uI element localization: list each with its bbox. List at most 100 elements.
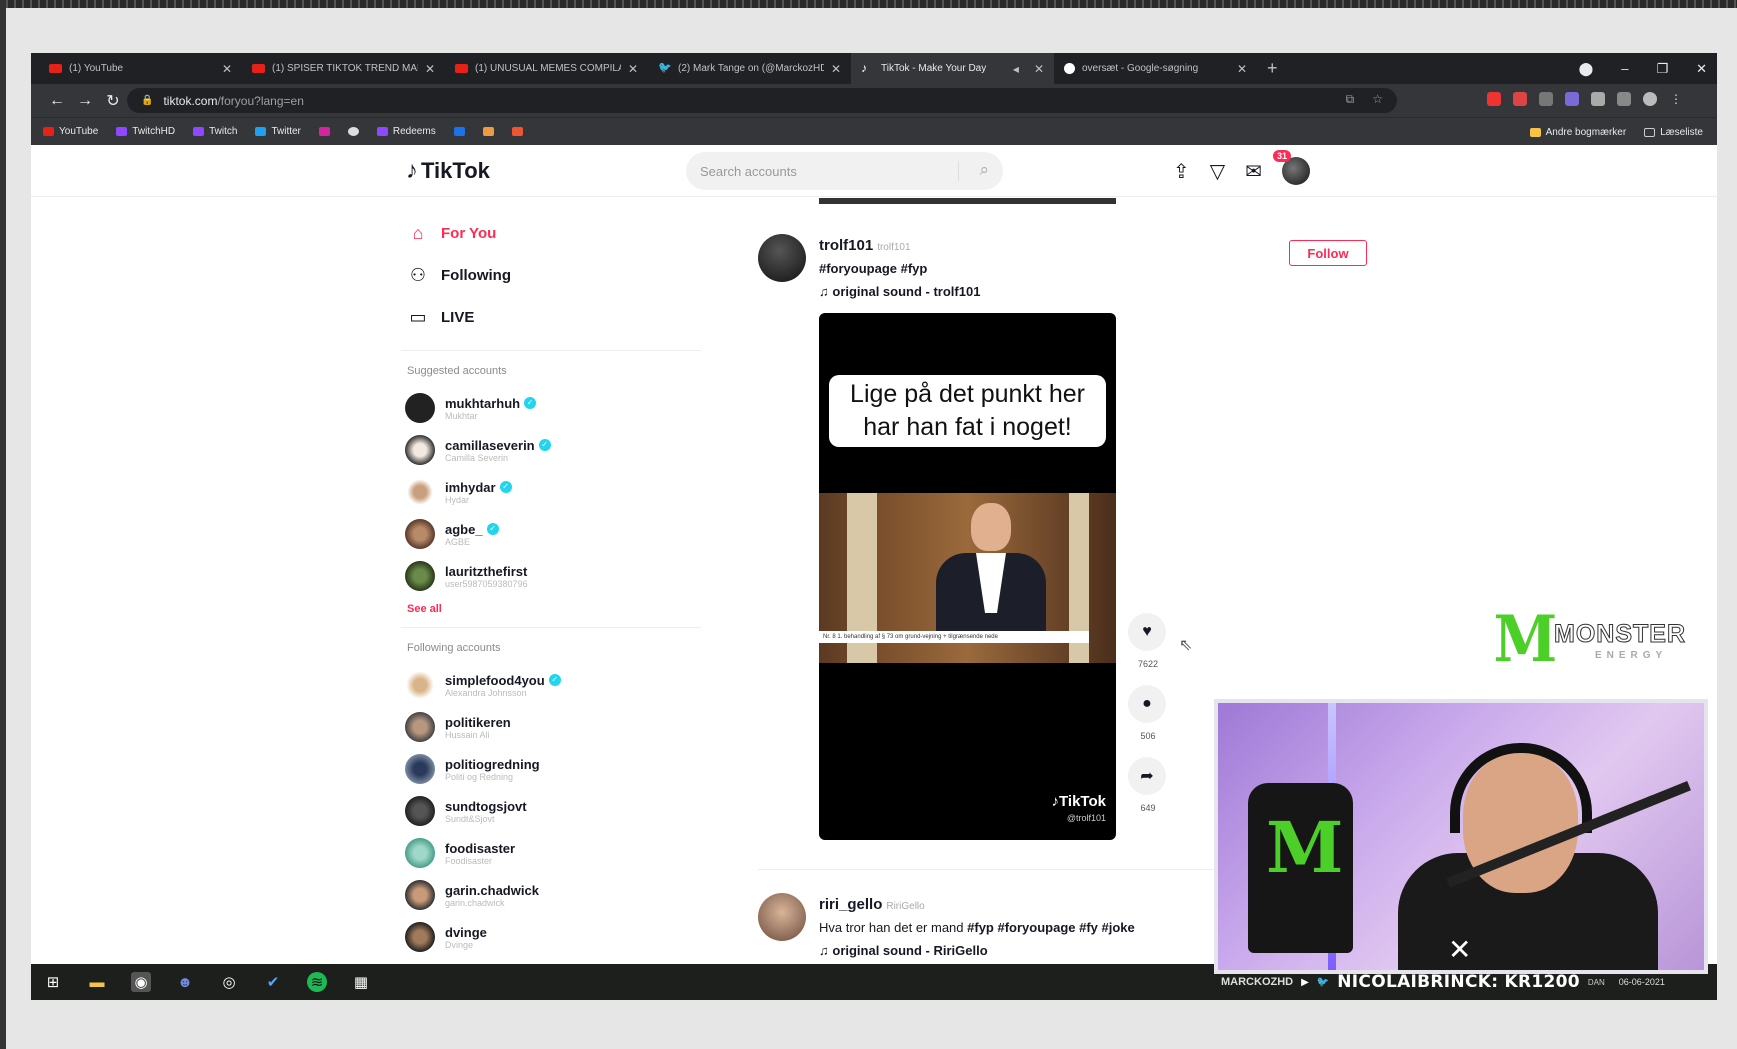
following-account[interactable]: foodisaster Foodisaster	[401, 832, 721, 874]
comment-button[interactable]: ●	[1128, 685, 1166, 723]
chrome-icon[interactable]: ◉	[131, 972, 151, 992]
profile-avatar-icon[interactable]	[1643, 92, 1657, 106]
back-button[interactable]: ←	[43, 92, 71, 110]
new-tab-button[interactable]: +	[1267, 58, 1278, 79]
puzzle-icon[interactable]	[1591, 92, 1605, 106]
file-explorer-icon[interactable]: ▬	[87, 972, 107, 992]
close-icon[interactable]: ✕	[831, 62, 841, 76]
close-icon[interactable]: ✕	[425, 62, 435, 76]
tab-title: oversæt - Google-søgning	[1082, 63, 1199, 74]
bookmark-twitch[interactable]: Twitch	[193, 126, 237, 137]
windows-start-icon[interactable]: ⊞	[43, 972, 63, 992]
bookmark-misc-3[interactable]	[511, 127, 523, 136]
following-account[interactable]: dvinge Dvinge	[401, 916, 721, 958]
speaker-figure	[931, 503, 1051, 643]
url-field[interactable]: 🔒 tiktok.com/foryou?lang=en ⧉ ☆	[127, 88, 1397, 113]
verified-icon: ✓	[499, 481, 512, 493]
stream-frame-border	[0, 0, 1737, 8]
youtube-icon	[43, 127, 54, 136]
search-icon[interactable]: ⌕	[979, 160, 989, 180]
post-sound[interactable]: ♫ original sound - RiriGello	[819, 943, 988, 958]
search-input[interactable]: Search accounts ⌕	[686, 152, 1003, 190]
nav-live[interactable]: ▭ LIVE	[401, 296, 721, 338]
obs-icon[interactable]: ◎	[219, 972, 239, 992]
messages-icon[interactable]: ▽	[1210, 159, 1225, 184]
media-icon[interactable]	[1617, 92, 1631, 106]
avatar[interactable]	[758, 893, 806, 941]
suggested-account[interactable]: lauritzthefirst user5987059380796	[401, 555, 721, 597]
close-icon[interactable]: ✕	[1237, 62, 1247, 76]
see-all-link[interactable]: See all	[407, 603, 721, 615]
profile-indicator-icon[interactable]: ⬤	[1579, 61, 1594, 77]
bookmark-reddit[interactable]	[347, 127, 359, 136]
following-account[interactable]: simplefood4you ✓ Alexandra Johnsson	[401, 664, 721, 706]
like-button[interactable]: ♥	[1128, 613, 1166, 651]
extension-icon[interactable]	[1487, 92, 1501, 106]
post-author[interactable]: riri_gello RiriGello	[819, 896, 925, 913]
checkmark-app-icon[interactable]: ✔	[263, 972, 283, 992]
translate-icon[interactable]: ⧉	[1346, 92, 1355, 107]
share-button[interactable]: ➦	[1128, 757, 1166, 795]
more-menu-icon[interactable]: ⋮	[1669, 92, 1683, 106]
close-icon[interactable]: ✕	[628, 62, 638, 76]
nav-for-you[interactable]: ⌂ For You	[401, 212, 721, 254]
following-account[interactable]: politiogredning Politi og Redning	[401, 748, 721, 790]
maximize-button[interactable]: ❐	[1656, 61, 1668, 77]
headset	[1450, 743, 1592, 833]
extension-icon[interactable]	[1539, 92, 1553, 106]
post-caption[interactable]: Hva tror han det er mand #fyp #foryoupag…	[819, 920, 1135, 935]
bookmark-misc-2[interactable]	[482, 127, 494, 136]
suggested-account[interactable]: mukhtarhuh ✓ Mukhtar	[401, 387, 721, 429]
tiktok-watermark: ♪TikTok	[1051, 793, 1106, 810]
post-caption[interactable]: #foryoupage #fyp	[819, 261, 927, 276]
following-account[interactable]: sundtogsjovt Sundt&Sjovt	[401, 790, 721, 832]
reload-button[interactable]: ↻	[99, 91, 127, 111]
bookmark-misc-1[interactable]	[453, 127, 465, 136]
post-sound[interactable]: ♫ original sound - trolf101	[819, 284, 980, 299]
other-bookmarks[interactable]: Andre bogmærker	[1529, 127, 1626, 138]
follow-button[interactable]: Follow	[1289, 240, 1367, 266]
bookmark-redeems[interactable]: Redeems	[376, 126, 436, 137]
like-count: 7622	[1137, 659, 1159, 669]
tab-twitter[interactable]: 🐦 (2) Mark Tange on (@MarckozHD) ✕	[648, 53, 851, 84]
twitter-icon: 🐦	[1316, 976, 1330, 988]
extension-icon[interactable]	[1513, 92, 1527, 106]
reading-list[interactable]: Læseliste	[1644, 127, 1703, 138]
tab-google[interactable]: oversæt - Google-søgning ✕	[1054, 53, 1257, 84]
youtube-icon	[455, 64, 468, 73]
bookmark-twitchhd[interactable]: TwitchHD	[116, 126, 175, 137]
following-account[interactable]: garin.chadwick garin.chadwick	[401, 874, 721, 916]
avatar[interactable]	[758, 234, 806, 282]
bookmark-twitter[interactable]: Twitter	[255, 126, 301, 137]
tiktok-logo[interactable]: ♪ TikTok	[406, 157, 490, 185]
avatar	[405, 561, 435, 591]
extension-icon[interactable]	[1565, 92, 1579, 106]
forward-button[interactable]: →	[71, 92, 99, 110]
video-player[interactable]: Lige på det punkt her har han fat i noge…	[819, 313, 1116, 840]
app-icon[interactable]: ▦	[351, 972, 371, 992]
tab-tiktok[interactable]: ♪ TikTok - Make Your Day ◂ ✕	[851, 53, 1054, 84]
close-window-button[interactable]: ✕	[1696, 61, 1707, 77]
bookmark-youtube[interactable]: YouTube	[43, 126, 98, 137]
suggested-account[interactable]: camillaseverin ✓ Camilla Severin	[401, 429, 721, 471]
upload-icon[interactable]: ⇪	[1173, 159, 1190, 184]
inbox-icon[interactable]: ✉	[1245, 159, 1262, 184]
bookmark-instagram[interactable]	[318, 127, 330, 136]
tab-youtube[interactable]: (1) YouTube ✕	[39, 53, 242, 84]
star-icon[interactable]: ☆	[1372, 92, 1383, 107]
close-icon[interactable]: ✕	[1034, 62, 1044, 76]
audio-icon[interactable]: ◂	[1013, 62, 1019, 76]
following-account[interactable]: politikeren Hussain Ali	[401, 706, 721, 748]
post-author[interactable]: trolf101 trolf101	[819, 237, 911, 254]
tab-youtube-video-1[interactable]: (1) SPISER TIKTOK TREND MAD | ✕	[242, 53, 445, 84]
suggested-account[interactable]: agbe_ ✓ AGBE	[401, 513, 721, 555]
minimize-button[interactable]: –	[1621, 61, 1628, 76]
suggested-account[interactable]: imhydar ✓ Hydar	[401, 471, 721, 513]
close-icon[interactable]: ✕	[222, 62, 232, 76]
nav-following[interactable]: ⚇ Following	[401, 254, 721, 296]
previous-video-edge	[819, 198, 1116, 204]
spotify-icon[interactable]: ≋	[307, 972, 327, 992]
tab-youtube-video-2[interactable]: (1) UNUSUAL MEMES COMPILAT ✕	[445, 53, 648, 84]
comment-icon: ●	[1142, 695, 1152, 712]
discord-icon[interactable]: ☻	[175, 972, 195, 992]
